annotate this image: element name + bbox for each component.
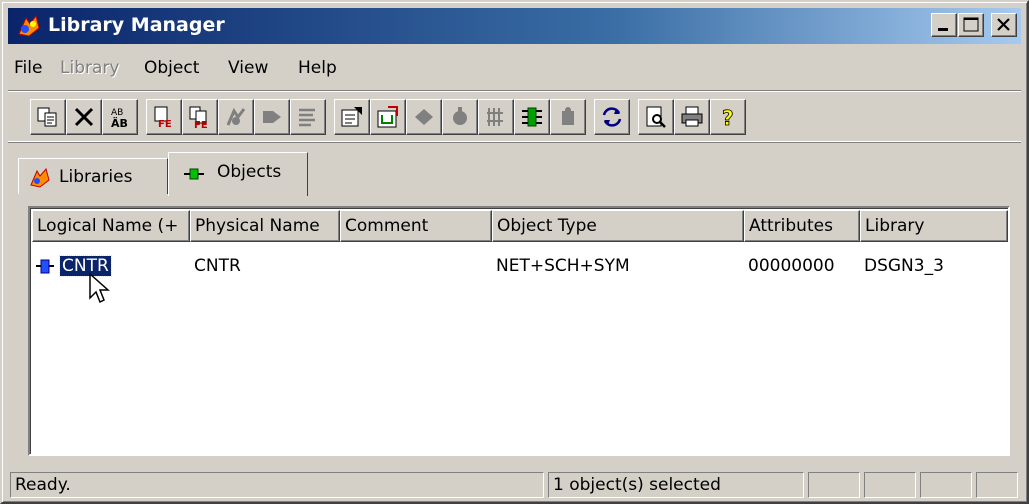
status-pane-6 — [976, 472, 1018, 498]
row-object-type: NET+SCH+SYM — [496, 256, 630, 276]
list-icon — [299, 108, 315, 127]
edit-button[interactable] — [218, 99, 254, 135]
status-pane-5 — [920, 472, 972, 498]
row-library: DSGN3_3 — [864, 256, 944, 276]
maximize-icon — [963, 17, 979, 32]
run-button[interactable] — [254, 99, 290, 135]
paste-fe-icon: FE — [189, 106, 208, 129]
symbol-icon — [415, 109, 433, 125]
row-attributes: 00000000 — [748, 256, 835, 276]
refresh-icon — [602, 107, 622, 127]
open-icon — [377, 106, 398, 128]
svg-text:ÄB: ÄB — [111, 116, 128, 129]
status-pane-3 — [808, 472, 860, 498]
menu-object[interactable]: Object — [144, 58, 199, 78]
menu-view[interactable]: View — [228, 58, 268, 78]
minimize-icon — [938, 28, 948, 31]
title-bar[interactable]: Library Manager — [8, 8, 1021, 44]
edit-icon — [226, 107, 246, 126]
svg-text:FE: FE — [194, 120, 208, 129]
refresh-button[interactable] — [594, 99, 630, 135]
row-physical-name: CNTR — [194, 256, 241, 276]
tab-libraries-label: Libraries — [59, 167, 133, 187]
minimize-button[interactable] — [931, 13, 957, 37]
help-button[interactable]: ? — [710, 99, 746, 135]
library-manager-icon — [18, 14, 40, 37]
tab-objects[interactable]: Objects — [168, 152, 308, 196]
status-pane-4 — [864, 472, 916, 498]
column-header-attributes[interactable]: Attributes — [744, 210, 860, 242]
svg-text:?: ? — [722, 106, 734, 129]
copy-fe-icon: FE — [154, 106, 172, 129]
copy-fe-button[interactable]: FE — [146, 99, 182, 135]
libraries-icon — [30, 168, 50, 188]
objects-list[interactable]: Logical Name (+ Physical Name Comment Ob… — [28, 206, 1010, 456]
svg-text:FE: FE — [158, 119, 172, 129]
menu-help[interactable]: Help — [298, 58, 337, 78]
status-bar: Ready. 1 object(s) selected — [8, 472, 1021, 500]
objects-icon — [184, 168, 204, 180]
tab-objects-label: Objects — [217, 162, 282, 182]
rename-icon: ABÄB — [111, 108, 128, 129]
close-button[interactable] — [991, 13, 1017, 37]
column-header-logical-name[interactable]: Logical Name (+ — [32, 210, 190, 242]
properties-icon — [341, 107, 362, 127]
close-icon — [997, 18, 1010, 31]
mouse-cursor-icon — [89, 272, 110, 304]
window-title: Library Manager — [48, 14, 225, 36]
help-icon: ? — [722, 106, 734, 129]
maximize-button[interactable] — [958, 13, 984, 37]
component-icon — [453, 107, 467, 125]
print-button[interactable] — [674, 99, 710, 135]
column-header-comment[interactable]: Comment — [340, 210, 492, 242]
object-icon — [36, 259, 54, 274]
copy-icon — [37, 107, 57, 127]
status-selection: 1 object(s) selected — [548, 472, 804, 498]
copy-button[interactable] — [30, 99, 66, 135]
menu-library[interactable]: Library — [60, 58, 119, 78]
preview-icon — [646, 106, 666, 128]
component-button[interactable] — [442, 99, 478, 135]
menu-file[interactable]: File — [14, 58, 42, 78]
rename-button[interactable]: AB ÄB — [102, 99, 138, 135]
print-icon — [681, 106, 703, 127]
delete-icon — [74, 107, 94, 127]
preview-button[interactable] — [638, 99, 674, 135]
bus-button[interactable] — [478, 99, 514, 135]
open-button[interactable] — [370, 99, 406, 135]
bus-icon — [487, 108, 503, 126]
pins-icon — [522, 107, 542, 127]
symbol-button[interactable] — [406, 99, 442, 135]
pins-button[interactable] — [514, 99, 550, 135]
run-icon — [263, 111, 281, 123]
column-header-library[interactable]: Library — [860, 210, 1008, 242]
column-header-physical-name[interactable]: Physical Name — [190, 210, 340, 242]
tab-strip: Libraries Objects — [18, 152, 1018, 198]
toolbar: AB ÄB FE FE ? — [8, 90, 1021, 142]
list-button[interactable] — [290, 99, 326, 135]
module-button[interactable] — [550, 99, 586, 135]
module-icon — [562, 107, 574, 125]
properties-button[interactable] — [334, 99, 370, 135]
delete-button[interactable] — [66, 99, 102, 135]
library-manager-window: Library Manager File Library Object View… — [0, 0, 1029, 504]
menu-bar: File Library Object View Help — [8, 54, 1021, 84]
status-message: Ready. — [10, 472, 544, 498]
column-header-object-type[interactable]: Object Type — [492, 210, 744, 242]
paste-fe-button[interactable]: FE — [182, 99, 218, 135]
tab-libraries[interactable]: Libraries — [18, 158, 168, 194]
